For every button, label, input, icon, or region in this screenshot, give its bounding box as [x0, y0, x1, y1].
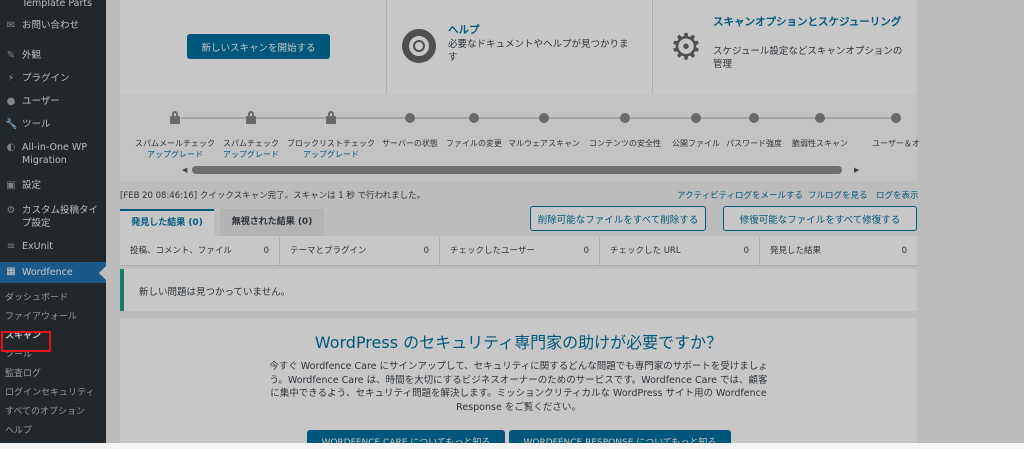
stat-cell: 発見した結果 0: [760, 237, 917, 265]
sidebar-item-users[interactable]: ● ユーザー: [0, 95, 106, 111]
sub-dashboard[interactable]: ダッシュボード: [0, 289, 106, 308]
stat-value: 0: [901, 246, 907, 256]
stage-label: スパムチェック アップグレード: [223, 139, 279, 160]
tab-found-results[interactable]: 発見した結果 (0): [120, 209, 214, 236]
stat-label: テーマとプラグイン: [290, 246, 367, 256]
exunit-icon: ≡: [6, 241, 16, 252]
no-issues-text: 新しい問題は見つかっていません。: [139, 287, 291, 298]
sidebar-item-wordfence[interactable]: ▦ Wordfence: [0, 262, 106, 283]
wrench-icon: 🔧: [5, 119, 18, 130]
options-desc: スケジュール設定などスキャンオプションの管理: [713, 46, 903, 70]
care-body: 今すぐ Wordfence Care にサインアップして、セキュリティに関するど…: [269, 361, 768, 413]
wordfence-icon: ▦: [6, 266, 16, 277]
stage-label: ブロックリストチェック アップグレード: [287, 139, 375, 160]
divider: [386, 0, 387, 94]
stat-value: 0: [743, 246, 749, 256]
sidebar-item-settings[interactable]: ▣ 設定: [0, 179, 106, 195]
upgrade-link[interactable]: アップグレード: [287, 149, 375, 160]
sub-audit-log[interactable]: 監査ログ: [0, 365, 106, 384]
help-icon: [402, 29, 436, 63]
blank-icon: [5, 0, 17, 10]
stage-dot: [469, 113, 479, 123]
full-log-link[interactable]: フルログを見る: [808, 189, 868, 201]
stage-label: ファイルの変更: [446, 139, 502, 148]
stage-label: パスワード強度: [726, 139, 782, 148]
gear-icon: ⚙: [669, 27, 703, 68]
sub-login-security[interactable]: ログインセキュリティ: [0, 384, 106, 403]
scan-status-message: [FEB 20 08:46:16] クイックスキャン完了。スキャンは 1 秒 で…: [120, 191, 426, 201]
stage-dot: [749, 113, 759, 123]
start-scan-button[interactable]: 新しいスキャンを開始する: [187, 34, 330, 59]
upgrade-link[interactable]: アップグレード: [223, 149, 279, 160]
stage-dot: [815, 113, 825, 123]
divider: [652, 0, 653, 94]
sidebar-item-tools[interactable]: 🔧 ツール: [0, 118, 106, 134]
admin-sidebar: Template Parts ✉ お問い合わせ ✎ 外観 ⚡ プラグイン ● ユ…: [0, 0, 106, 449]
email-log-link[interactable]: アクティビティログをメールする: [677, 189, 803, 201]
stat-cell: チェックしたユーザー 0: [440, 237, 600, 265]
sub-help[interactable]: ヘルプ: [0, 422, 106, 441]
user-icon: ●: [6, 96, 16, 107]
stat-value: 0: [583, 246, 589, 256]
stat-label: 投稿、コメント、ファイル: [130, 246, 232, 256]
stage-label: ユーザー＆オ: [872, 139, 920, 148]
stat-label: 発見した結果: [770, 246, 822, 256]
stage-dot: [620, 113, 630, 123]
lock-icon: [326, 111, 336, 124]
sub-firewall[interactable]: ファイアウォール: [0, 308, 106, 327]
repair-all-button[interactable]: 修復可能なファイルをすべて修復する: [723, 206, 917, 231]
stage-label: スパムメールチェック アップグレード: [135, 139, 215, 160]
stat-cell: テーマとプラグイン 0: [280, 237, 440, 265]
stage-dot: [891, 113, 901, 123]
stage-dot: [539, 113, 549, 123]
sidebar-item-exunit[interactable]: ≡ ExUnit: [0, 240, 106, 256]
main-content: 新しいスキャンを開始する ヘルプ 必要なドキュメントやヘルプが見つかります ⚙ …: [106, 0, 1024, 449]
sidebar-menu: Template Parts ✉ お問い合わせ ✎ 外観 ⚡ プラグイン ● ユ…: [0, 0, 106, 441]
stage-label: 脆弱性スキャン: [792, 139, 848, 148]
help-desc: 必要なドキュメントやヘルプが見つかります: [448, 39, 629, 63]
stage-dot: [691, 113, 701, 123]
settings-icon: ▣: [6, 180, 16, 191]
mail-icon: ✉: [6, 20, 16, 31]
delete-all-button[interactable]: 削除可能なファイルをすべて削除する: [530, 206, 706, 231]
scroll-left-icon[interactable]: ◀: [182, 166, 188, 174]
brush-icon: ✎: [6, 50, 16, 61]
active-arrow: [99, 265, 106, 280]
tab-ignored-results[interactable]: 無視された結果 (0): [220, 209, 324, 236]
stage-label: マルウェアスキャン: [508, 139, 580, 148]
stat-cell: 投稿、コメント、ファイル 0: [120, 237, 280, 265]
care-title: WordPress のセキュリティ専門家の助けが必要ですか？: [314, 333, 723, 352]
show-log-link[interactable]: ログを表示: [876, 189, 919, 201]
stat-value: 0: [423, 246, 429, 256]
stat-value: 0: [263, 246, 269, 256]
bottom-strip: [0, 443, 1024, 449]
sidebar-item-template-parts[interactable]: Template Parts: [0, 0, 106, 11]
scroll-right-icon[interactable]: ▶: [854, 166, 860, 174]
horizontal-scrollbar[interactable]: [192, 166, 842, 174]
stat-cell: チェックした URL 0: [600, 237, 760, 265]
options-title[interactable]: スキャンオプションとスケジューリング: [713, 16, 918, 29]
stage-label: サーバーの状態: [382, 139, 438, 148]
highlight-box: [1, 331, 51, 352]
upgrade-link[interactable]: アップグレード: [135, 149, 215, 160]
wordfence-submenu: ダッシュボード ファイアウォール スキャン ツール 監査ログ ログインセキュリテ…: [0, 283, 106, 441]
help-title[interactable]: ヘルプ: [448, 24, 480, 37]
stage-label: コンテンツの安全性: [589, 139, 661, 148]
sidebar-item-appearance[interactable]: ✎ 外観: [0, 49, 106, 65]
plugin-icon: ⚡: [7, 73, 15, 84]
stage-dot: [405, 113, 415, 123]
lock-icon: [246, 111, 256, 124]
sidebar-item-all-in-one[interactable]: ◐ All-in-One WP Migration: [0, 141, 106, 169]
gear-icon: ⚙: [6, 205, 16, 216]
stat-label: チェックしたユーザー: [450, 246, 535, 256]
migration-icon: ◐: [6, 142, 16, 153]
lock-icon: [170, 111, 180, 124]
sub-all-options[interactable]: すべてのオプション: [0, 403, 106, 422]
sidebar-item-custom-post[interactable]: ⚙ カスタム投稿タイプ設定: [0, 204, 106, 232]
sidebar-item-contact[interactable]: ✉ お問い合わせ: [0, 19, 106, 35]
sidebar-item-plugins[interactable]: ⚡ プラグイン: [0, 72, 106, 88]
stat-label: チェックした URL: [610, 246, 681, 256]
stage-label: 公開ファイル: [672, 139, 720, 148]
